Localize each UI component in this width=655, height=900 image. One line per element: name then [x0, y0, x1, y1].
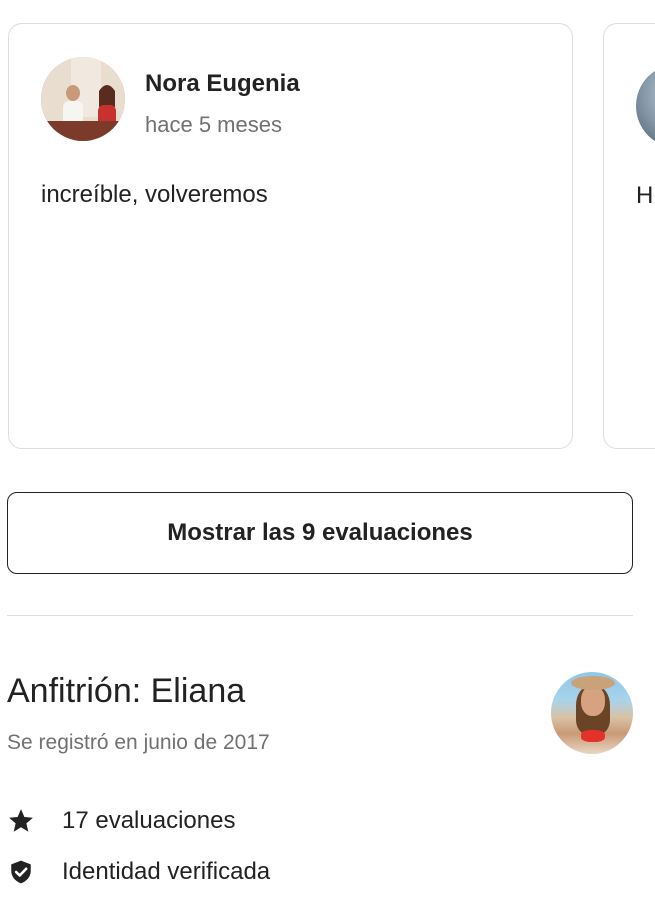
reviews-carousel: Nora Eugenia hace 5 meses increíble, vol…	[0, 0, 655, 460]
section-divider	[7, 615, 633, 616]
host-photo-hat	[571, 676, 615, 690]
verified-shield-icon	[7, 858, 35, 886]
host-photo-face	[581, 686, 605, 716]
reviewer-photo-icon	[41, 57, 125, 141]
review-card[interactable]: H g	[603, 23, 655, 449]
review-card[interactable]: Nora Eugenia hace 5 meses increíble, vol…	[8, 23, 573, 449]
review-text: increíble, volveremos	[41, 181, 268, 208]
review-date: hace 5 meses	[145, 112, 282, 137]
reviewer-avatar[interactable]	[41, 57, 125, 141]
host-photo-top	[581, 730, 605, 742]
host-reviews-count: 17 evaluaciones	[62, 807, 236, 834]
host-identity-label: Identidad verificada	[62, 858, 271, 885]
host-avatar[interactable]	[551, 672, 633, 754]
reviewer-avatar[interactable]	[636, 64, 655, 148]
host-joined-date: Se registró en junio de 2017	[7, 731, 270, 754]
reviewer-name: Nora Eugenia	[145, 70, 300, 97]
host-title: Anfitrión: Eliana	[7, 672, 246, 710]
review-text: H g	[636, 182, 655, 209]
host-identity-stat: Identidad verificada	[7, 855, 270, 889]
star-icon	[7, 807, 35, 835]
host-reviews-stat: 17 evaluaciones	[7, 804, 235, 838]
show-all-reviews-button[interactable]: Mostrar las 9 evaluaciones	[7, 492, 633, 574]
